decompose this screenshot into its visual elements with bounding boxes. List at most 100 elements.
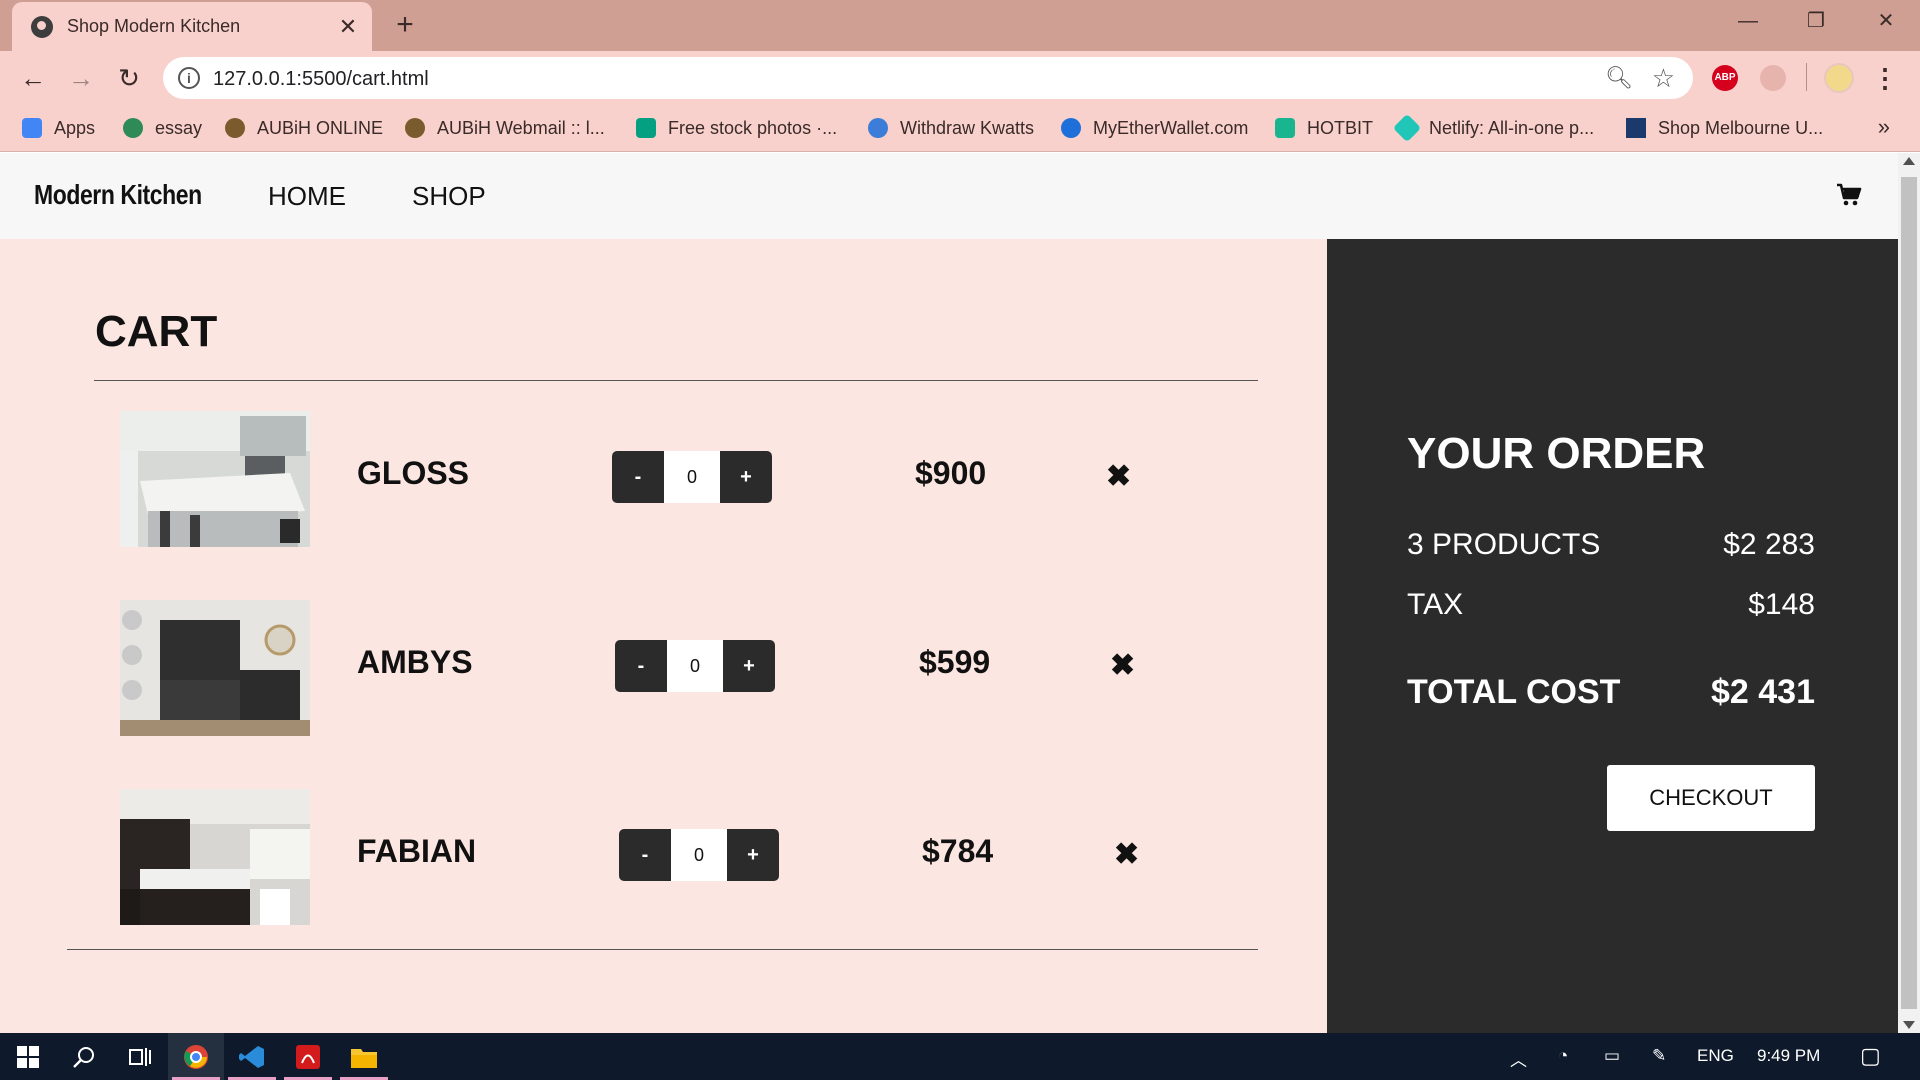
increase-quantity-button[interactable]: + (723, 640, 775, 692)
decrease-quantity-button[interactable]: - (615, 640, 667, 692)
profile-avatar[interactable] (1824, 63, 1854, 93)
quantity-input[interactable]: 0 (667, 640, 723, 692)
melbourne-favicon-icon (1626, 118, 1646, 138)
increase-quantity-button[interactable]: + (727, 829, 779, 881)
remove-item-icon[interactable]: ✖ (1106, 459, 1131, 494)
windows-taskbar: ︿ ◔ ▭ ✎ ENG 9:49 PM ▢ (0, 1033, 1920, 1080)
browser-tab[interactable]: Shop Modern Kitchen ✕ (12, 2, 372, 51)
decrease-quantity-button[interactable]: - (619, 829, 671, 881)
netlify-favicon-icon (1392, 113, 1422, 143)
globe-icon (31, 15, 53, 38)
aubih-favicon-icon (225, 118, 245, 138)
bookmark-essay[interactable]: essay (123, 116, 202, 140)
chrome-taskbar-icon[interactable] (168, 1033, 224, 1080)
apps-grid-icon (22, 118, 42, 138)
extension-icon[interactable] (1760, 65, 1786, 91)
nav-home-link[interactable]: HOME (268, 181, 346, 212)
adblock-extension-icon[interactable]: ABP (1712, 65, 1738, 91)
clock[interactable]: 9:49 PM (1757, 1046, 1820, 1066)
notifications-icon[interactable]: ▢ (1860, 1043, 1881, 1069)
bookmark-aubih-webmail[interactable]: AUBiH Webmail :: l... (405, 116, 605, 140)
bookmark-label: AUBiH ONLINE (257, 117, 384, 138)
show-hidden-icons-chevron-icon[interactable]: ︿ (1510, 1046, 1527, 1071)
bookmark-myetherwallet[interactable]: MyEtherWallet.com (1061, 116, 1248, 140)
site-info-icon[interactable]: i (178, 67, 200, 89)
restore-button[interactable]: ❐ (1786, 0, 1846, 42)
pen-workspace-icon[interactable]: ✎ (1652, 1046, 1666, 1066)
scrollbar-thumb[interactable] (1901, 177, 1917, 1009)
brand-logo[interactable]: Modern Kitchen (34, 179, 202, 211)
order-summary-panel: YOUR ORDER 3 PRODUCTS $2 283 TAX $148 TO… (1327, 239, 1898, 1033)
bookmark-hotbit[interactable]: HOTBIT (1275, 116, 1373, 140)
wifi-icon[interactable]: ◔ (1558, 1046, 1568, 1066)
total-cost-value: $2 431 (1711, 673, 1815, 711)
scroll-down-arrow-icon[interactable] (1903, 1021, 1915, 1029)
bookmark-withdraw-kwatts[interactable]: Withdraw Kwatts (868, 116, 1034, 140)
url-text[interactable]: 127.0.0.1:5500/cart.html (213, 68, 429, 91)
bookmark-label: Withdraw Kwatts (900, 117, 1035, 138)
page-scrollbar[interactable] (1898, 153, 1920, 1033)
product-image-fabian (120, 789, 310, 925)
acrobat-taskbar-icon[interactable] (280, 1033, 336, 1080)
search-icon[interactable] (56, 1033, 112, 1080)
product-price: $784 (922, 833, 994, 869)
tab-title: Shop Modern Kitchen (67, 16, 241, 36)
nav-shop-link[interactable]: SHOP (412, 181, 486, 212)
order-total-line: TOTAL COST $2 431 (1407, 673, 1815, 712)
quantity-input[interactable]: 0 (671, 829, 727, 881)
bookmark-apps[interactable]: Apps (22, 116, 95, 140)
checkout-button[interactable]: CHECKOUT (1607, 765, 1815, 831)
cart-row: FABIAN - 0 + $784 ✖ (0, 789, 1327, 925)
windows-start-icon[interactable] (0, 1033, 56, 1080)
bookmarks-bar: Apps essay AUBiH ONLINE AUBiH Webmail ::… (0, 104, 1920, 152)
browser-tab-bar: Shop Modern Kitchen ✕ + — ❐ ✕ (0, 0, 1920, 51)
bookmark-aubih-online[interactable]: AUBiH ONLINE (225, 116, 383, 140)
battery-icon[interactable]: ▭ (1604, 1046, 1620, 1066)
product-image-gloss (120, 411, 310, 547)
bookmark-label: Netlify: All-in-one p... (1429, 117, 1595, 138)
product-price: $599 (919, 644, 991, 680)
task-view-icon[interactable] (112, 1033, 168, 1080)
reload-icon[interactable]: ↻ (112, 61, 146, 95)
decrease-quantity-button[interactable]: - (612, 451, 664, 503)
remove-item-icon[interactable]: ✖ (1110, 648, 1135, 683)
product-name: AMBYS (357, 644, 473, 680)
bookmark-shop-melbourne[interactable]: Shop Melbourne U... (1626, 116, 1823, 140)
products-subtotal: $2 283 (1723, 528, 1815, 561)
vscode-taskbar-icon[interactable] (224, 1033, 280, 1080)
bookmark-label: essay (155, 117, 203, 138)
bookmark-star-icon[interactable]: ☆ (1652, 63, 1675, 94)
minimize-button[interactable]: — (1718, 0, 1778, 42)
scroll-up-arrow-icon[interactable] (1903, 157, 1915, 165)
bookmark-label: MyEtherWallet.com (1093, 117, 1249, 138)
remove-item-icon[interactable]: ✖ (1114, 837, 1139, 872)
pexels-favicon-icon (636, 118, 656, 138)
bookmark-netlify[interactable]: Netlify: All-in-one p... (1392, 113, 1595, 143)
zoom-icon[interactable]: 🔍︎ (1605, 65, 1633, 91)
cart-top-divider (94, 380, 1258, 381)
hotbit-favicon-icon (1275, 118, 1295, 138)
more-bookmarks-icon[interactable]: » (1878, 114, 1890, 140)
site-header: Modern Kitchen HOME SHOP (0, 153, 1898, 239)
language-indicator[interactable]: ENG (1697, 1046, 1734, 1066)
cart-bottom-divider (67, 949, 1258, 950)
quantity-stepper: - 0 + (619, 829, 779, 881)
browser-menu-icon[interactable]: ⋮ (1872, 63, 1898, 94)
new-tab-button[interactable]: + (390, 10, 420, 40)
tab-close-button[interactable]: ✕ (334, 13, 362, 41)
quantity-input[interactable]: 0 (664, 451, 720, 503)
address-bar[interactable]: i 127.0.0.1:5500/cart.html 🔍︎ ☆ (163, 57, 1693, 99)
essay-favicon-icon (123, 118, 143, 138)
total-cost-label: TOTAL COST (1407, 673, 1621, 711)
increase-quantity-button[interactable]: + (720, 451, 772, 503)
order-products-line: 3 PRODUCTS $2 283 (1407, 528, 1815, 562)
cart-title: CART (95, 307, 218, 356)
forward-arrow-icon[interactable]: → (64, 61, 98, 95)
close-window-button[interactable]: ✕ (1856, 0, 1916, 42)
back-arrow-icon[interactable]: ← (16, 61, 50, 95)
shopping-cart-icon[interactable] (1836, 183, 1862, 207)
cart-section: CART GLOSS - 0 + $900 ✖ AMBYS - 0 + $599… (0, 239, 1327, 1033)
bookmark-free-stock-photos[interactable]: Free stock photos ·... (636, 116, 837, 140)
product-name: FABIAN (357, 833, 477, 869)
file-explorer-taskbar-icon[interactable] (336, 1033, 392, 1080)
